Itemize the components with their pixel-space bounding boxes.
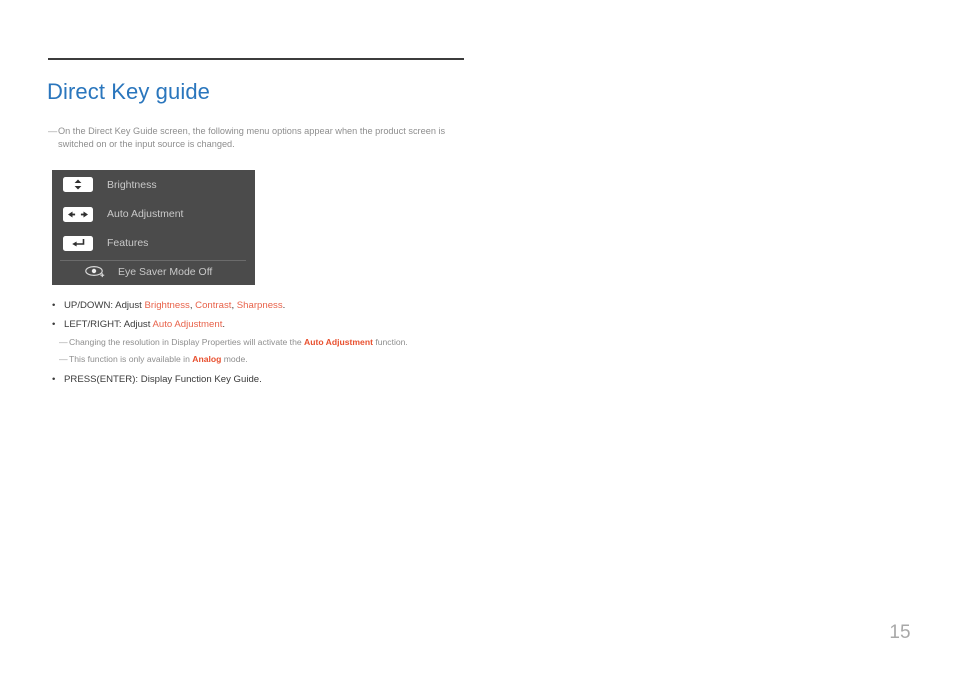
subnote-dash-marker: — bbox=[59, 337, 68, 347]
enter-return-arrow-icon bbox=[63, 235, 93, 251]
osd-row-auto-adjustment[interactable]: Auto Adjustment bbox=[52, 199, 255, 228]
up-down-arrow-icon bbox=[63, 177, 93, 193]
intro-note-text: On the Direct Key Guide screen, the foll… bbox=[58, 126, 446, 150]
eye-saver-icon bbox=[82, 264, 108, 279]
intro-note: — On the Direct Key Guide screen, the fol… bbox=[48, 125, 460, 151]
subnote-dash-marker: — bbox=[59, 354, 68, 364]
page-number: 15 bbox=[889, 622, 911, 643]
bullet-marker: • bbox=[52, 300, 56, 311]
osd-label-auto-adjustment: Auto Adjustment bbox=[107, 208, 184, 221]
list-item: • PRESS(ENTER): Display Function Key Gui… bbox=[48, 370, 468, 389]
osd-direct-key-panel: Brightness Auto Adjustment Features Eye … bbox=[52, 170, 255, 285]
bullet-text: PRESS(ENTER): Display Function Key Guide… bbox=[64, 374, 262, 385]
osd-label-features: Features bbox=[107, 237, 149, 250]
page-title: Direct Key guide bbox=[47, 79, 211, 104]
bullet-text: LEFT/RIGHT: Adjust Auto Adjustment. bbox=[64, 319, 226, 330]
subnote-text: Changing the resolution in Display Prope… bbox=[69, 337, 408, 347]
left-right-arrow-icon bbox=[63, 206, 93, 222]
sub-note: — This function is only available in Ana… bbox=[48, 351, 468, 368]
osd-label-eye-saver-mode: Eye Saver Mode Off bbox=[118, 265, 213, 278]
bullet-marker: • bbox=[52, 374, 56, 385]
sub-note: — Changing the resolution in Display Pro… bbox=[48, 334, 468, 351]
osd-row-eye-saver-mode[interactable]: Eye Saver Mode Off bbox=[52, 259, 255, 284]
header-rule bbox=[48, 58, 464, 60]
list-item: • LEFT/RIGHT: Adjust Auto Adjustment. bbox=[48, 315, 468, 334]
list-item: • UP/DOWN: Adjust Brightness, Contrast, … bbox=[48, 296, 468, 315]
osd-label-brightness: Brightness bbox=[107, 178, 157, 191]
manual-page: Direct Key guide — On the Direct Key Guid… bbox=[0, 0, 954, 675]
bullet-marker: • bbox=[52, 319, 56, 330]
note-dash-marker: — bbox=[48, 126, 58, 136]
key-function-list: • UP/DOWN: Adjust Brightness, Contrast, … bbox=[48, 296, 468, 389]
bullet-text: UP/DOWN: Adjust Brightness, Contrast, Sh… bbox=[64, 300, 286, 311]
subnote-text: This function is only available in Analo… bbox=[69, 354, 248, 364]
osd-row-brightness[interactable]: Brightness bbox=[52, 170, 255, 199]
osd-row-features[interactable]: Features bbox=[52, 229, 255, 258]
